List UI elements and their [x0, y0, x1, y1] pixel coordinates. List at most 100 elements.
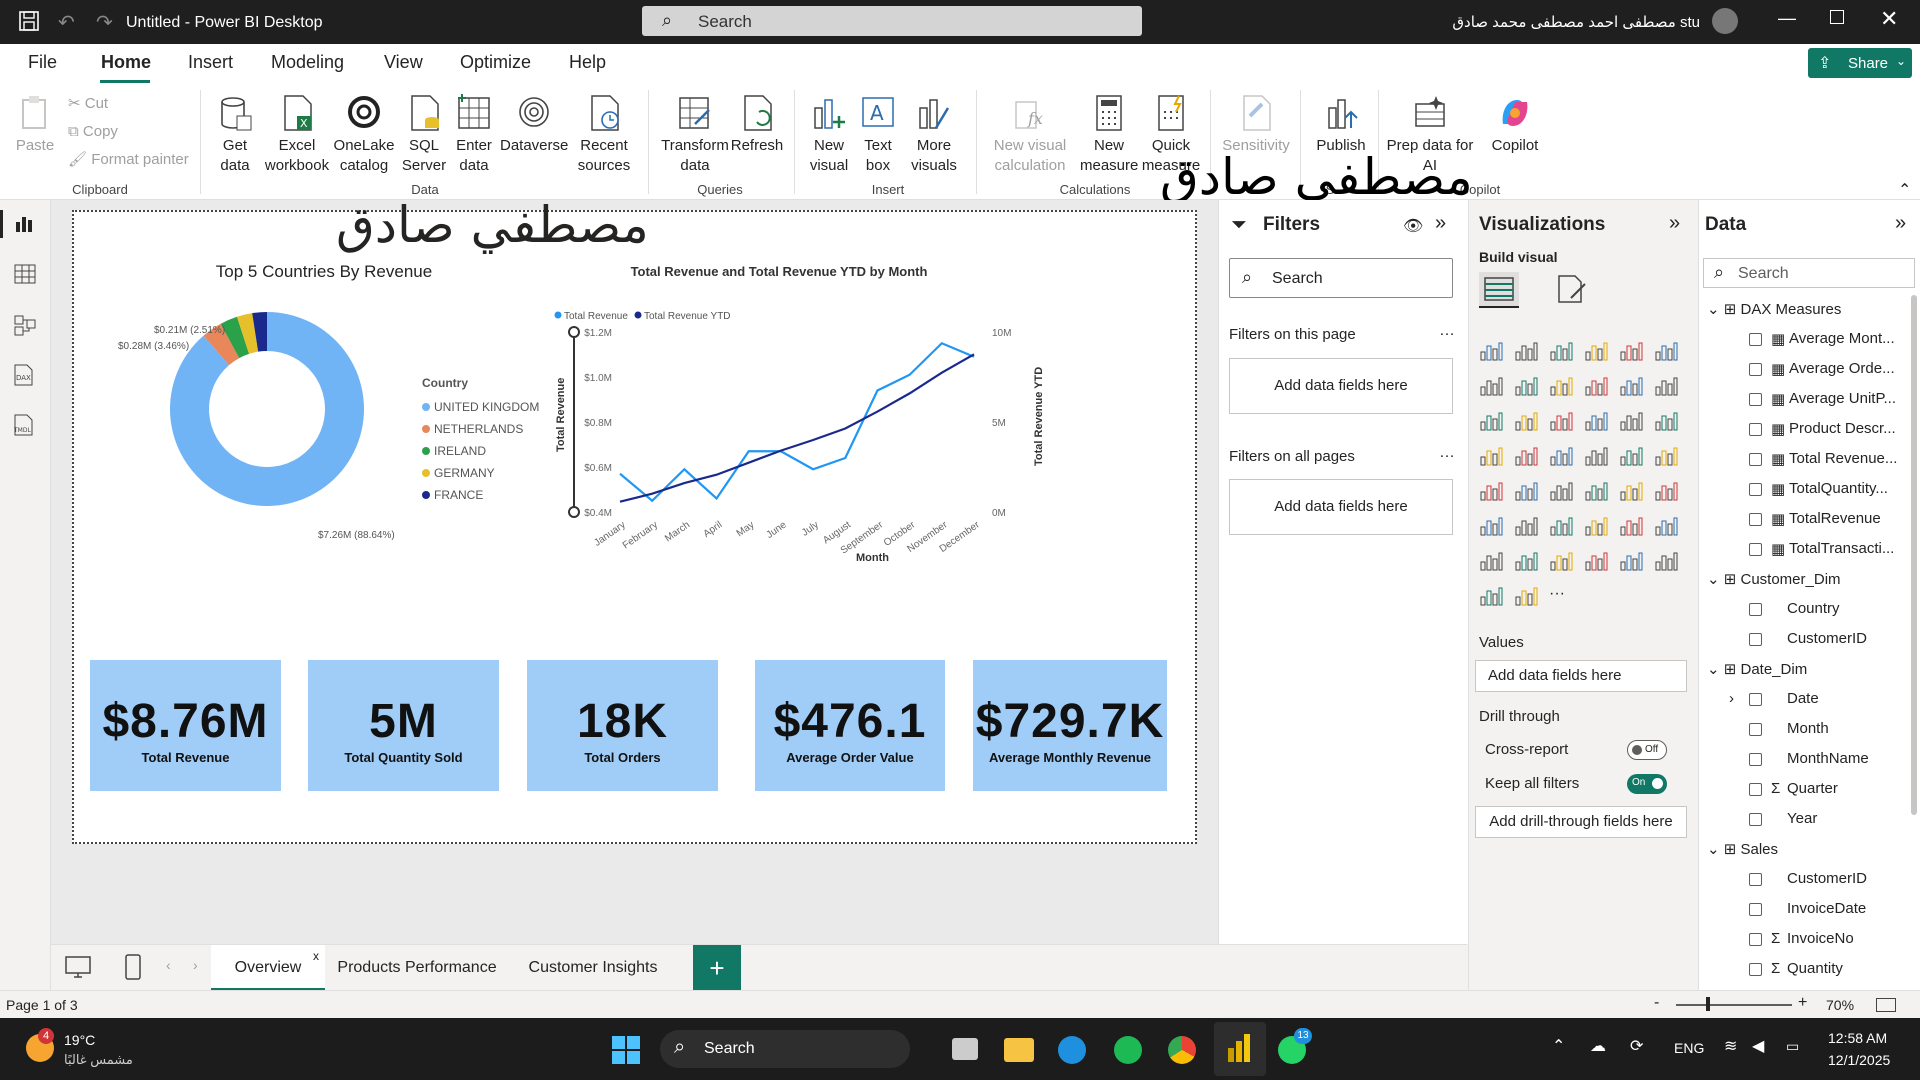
legend-label[interactable]: Total Revenue YTD	[644, 311, 731, 322]
visual-type-icon[interactable]	[1584, 550, 1608, 572]
page-tab-products-performance[interactable]: Products Performance	[325, 945, 509, 991]
enter-data-button[interactable]: Enter data	[452, 94, 496, 176]
new-visual-calculation-button[interactable]: fx New visual calculation	[986, 94, 1074, 176]
more-visuals-ellipsis-icon[interactable]: ···	[1549, 585, 1573, 607]
filters-page-well[interactable]: Add data fields here	[1229, 358, 1453, 414]
onelake-button[interactable]: OneLake catalog	[332, 94, 396, 176]
tab-modeling[interactable]: Modeling	[271, 52, 344, 73]
volume-icon[interactable]: ◀	[1752, 1036, 1764, 1056]
field-checkbox[interactable]	[1749, 933, 1762, 946]
legend-item[interactable]: UNITED KINGDOM	[422, 396, 539, 418]
visual-type-icon[interactable]	[1549, 550, 1573, 572]
zoom-slider[interactable]	[1676, 1004, 1792, 1006]
sync-icon[interactable]: ⟳	[1630, 1036, 1643, 1056]
kpi-card-average-order-value[interactable]: $476.1 Average Order Value	[755, 660, 945, 791]
new-measure-button[interactable]: New measure	[1080, 94, 1138, 176]
refresh-button[interactable]: Refresh	[730, 94, 784, 156]
clock-date[interactable]: 12/1/2025	[1828, 1052, 1890, 1068]
copilot-button[interactable]: Copilot	[1480, 94, 1550, 156]
values-well[interactable]: Add data fields here	[1475, 660, 1687, 692]
chevron-right-icon[interactable]: ›	[1729, 690, 1734, 707]
cross-report-toggle[interactable]: Off	[1627, 740, 1667, 760]
visual-type-icon[interactable]	[1479, 340, 1503, 362]
line-chart[interactable]: Total Revenue Total Revenue YTD $1.2M $1.0M…	[554, 282, 1074, 562]
edge-icon[interactable]	[1058, 1036, 1086, 1064]
file-explorer-icon[interactable]	[1004, 1038, 1034, 1062]
fit-to-page-icon[interactable]	[1876, 998, 1896, 1012]
field-checkbox[interactable]	[1749, 363, 1762, 376]
tab-optimize[interactable]: Optimize	[460, 52, 531, 73]
app-icon[interactable]	[952, 1038, 978, 1060]
more-options-icon[interactable]: …	[1439, 444, 1455, 462]
zoom-slider-thumb[interactable]	[1706, 997, 1710, 1011]
clock-time[interactable]: 12:58 AM	[1828, 1030, 1887, 1046]
visual-type-icon[interactable]	[1514, 515, 1538, 537]
field-checkbox[interactable]	[1749, 963, 1762, 976]
collapse-ribbon-icon[interactable]: ⌃	[1898, 180, 1911, 200]
chevron-down-icon[interactable]: ⌄	[1707, 301, 1724, 318]
spotify-icon[interactable]	[1114, 1036, 1142, 1064]
chevron-left-icon[interactable]: ‹	[166, 957, 171, 973]
publish-button[interactable]: Publish	[1310, 94, 1372, 156]
format-visual-tab[interactable]	[1553, 272, 1593, 309]
cut-button[interactable]: ✂ Cut	[68, 94, 108, 114]
visual-type-icon[interactable]	[1619, 340, 1643, 362]
zoom-out-button[interactable]: -	[1654, 994, 1659, 1012]
windows-start-icon[interactable]	[612, 1036, 640, 1067]
visual-type-icon[interactable]	[1514, 585, 1538, 607]
report-page[interactable]: مصطفي صادق Top 5 Countries By Revenue Co…	[72, 196, 1197, 844]
visual-type-icon[interactable]	[1654, 515, 1678, 537]
field-checkbox[interactable]	[1749, 603, 1762, 616]
tmdl-view-icon[interactable]: TMDL	[12, 414, 36, 441]
title-search-box[interactable]: ⌕ Search	[642, 6, 1142, 36]
table-view-icon[interactable]	[14, 264, 36, 287]
filters-search-input[interactable]: ⌕ Search	[1229, 258, 1453, 298]
table-node[interactable]: ⌄ ⊞ DAX Measures	[1707, 300, 1841, 318]
field-checkbox[interactable]	[1749, 633, 1762, 646]
page-tab-customer-insights[interactable]: Customer Insights	[509, 945, 677, 991]
minimize-icon[interactable]: —	[1778, 8, 1796, 29]
chrome-icon[interactable]	[1168, 1036, 1196, 1064]
field-checkbox[interactable]	[1749, 903, 1762, 916]
build-visual-tab[interactable]	[1479, 272, 1519, 308]
visual-type-icon[interactable]	[1619, 445, 1643, 467]
visual-type-icon[interactable]	[1549, 375, 1573, 397]
visual-type-icon[interactable]	[1514, 480, 1538, 502]
visual-type-icon[interactable]	[1479, 375, 1503, 397]
redo-icon[interactable]: ↷	[96, 10, 113, 35]
kpi-card-total-orders[interactable]: 18K Total Orders	[527, 660, 718, 791]
eye-icon[interactable]: 👁	[1403, 216, 1423, 236]
share-button[interactable]: ⇪ Share ⌄	[1808, 48, 1912, 78]
field-checkbox[interactable]	[1749, 393, 1762, 406]
text-box-button[interactable]: A Text box	[856, 94, 900, 176]
keep-filters-toggle[interactable]: On	[1627, 774, 1667, 794]
visual-type-icon[interactable]	[1619, 515, 1643, 537]
more-options-icon[interactable]: …	[1439, 322, 1455, 340]
report-view-icon[interactable]	[14, 214, 36, 237]
table-node[interactable]: ⌄ ⊞ Date_Dim	[1707, 660, 1807, 678]
field-checkbox[interactable]	[1749, 873, 1762, 886]
visual-type-icon[interactable]	[1654, 445, 1678, 467]
table-node[interactable]: ⌄ ⊞ Sales	[1707, 840, 1778, 858]
scrollbar[interactable]	[1911, 295, 1917, 815]
legend-item[interactable]: IRELAND	[422, 440, 539, 462]
close-icon[interactable]: ✕	[1880, 6, 1898, 32]
drill-through-well[interactable]: Add drill-through fields here	[1475, 806, 1687, 838]
add-page-button[interactable]: +	[693, 945, 741, 991]
power-bi-taskbar-item[interactable]	[1214, 1022, 1266, 1076]
legend-item[interactable]: GERMANY	[422, 462, 539, 484]
visual-type-icon[interactable]	[1549, 480, 1573, 502]
series-line-total-revenue[interactable]	[619, 341, 975, 503]
visual-type-icon[interactable]	[1479, 480, 1503, 502]
field-checkbox[interactable]	[1749, 813, 1762, 826]
copy-button[interactable]: ⧉ Copy	[68, 122, 118, 142]
visual-type-icon[interactable]	[1479, 445, 1503, 467]
format-painter-button[interactable]: 🖌 Format painter	[68, 150, 189, 170]
visual-type-icon[interactable]	[1514, 550, 1538, 572]
model-view-icon[interactable]	[14, 314, 36, 339]
table-node[interactable]: ⌄ ⊞ Customer_Dim	[1707, 570, 1841, 588]
field-checkbox[interactable]	[1749, 483, 1762, 496]
visual-type-icon[interactable]	[1619, 375, 1643, 397]
visual-type-icon[interactable]	[1654, 410, 1678, 432]
visual-type-icon[interactable]	[1514, 340, 1538, 362]
